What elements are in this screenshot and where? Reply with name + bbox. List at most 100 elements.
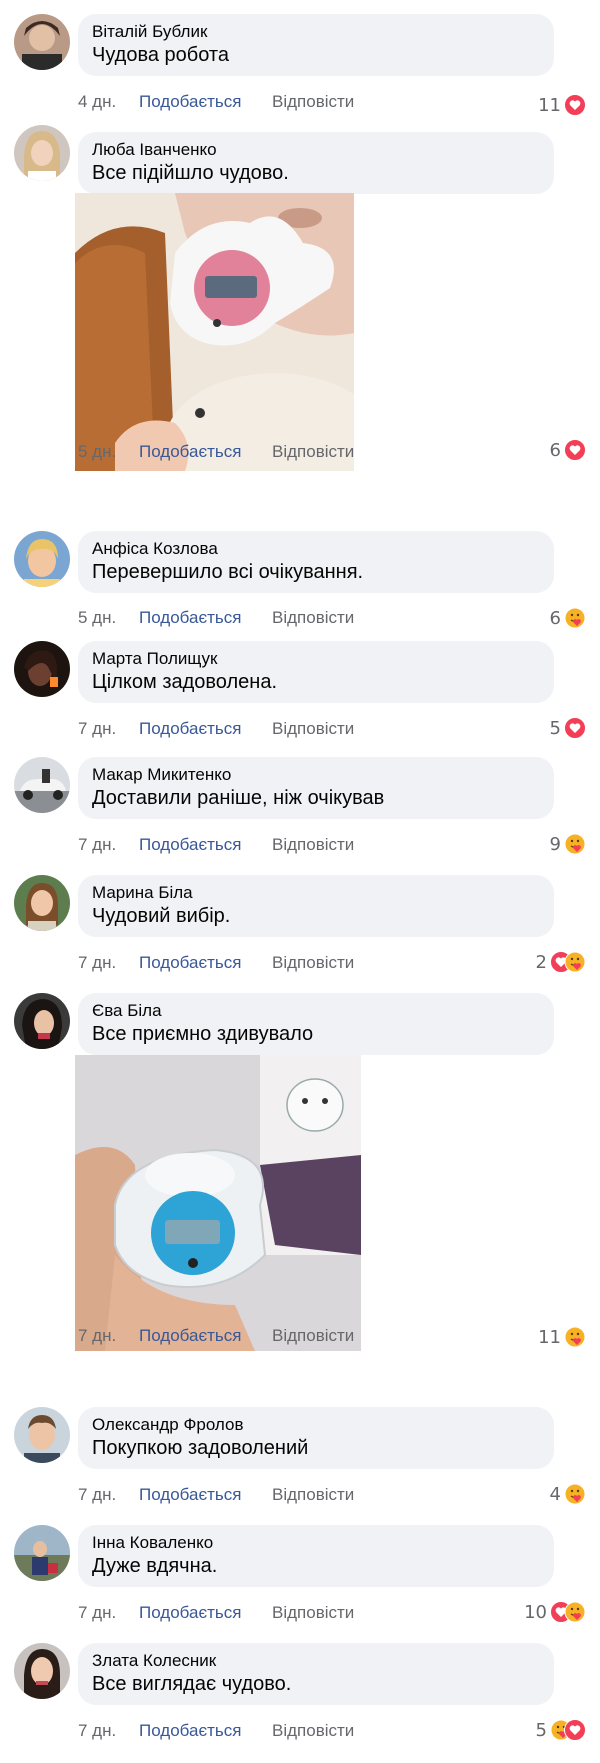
comment-bubble: Віталій Бублик Чудова робота	[78, 14, 554, 76]
timestamp[interactable]: 7 дн.	[78, 1721, 116, 1741]
comment-bubble: Злата Колесник Все виглядає чудово.	[78, 1643, 554, 1705]
avatar[interactable]	[14, 757, 70, 813]
timestamp[interactable]: 7 дн.	[78, 1485, 116, 1505]
comment: Марина Біла Чудовий вибір. 7 дн. Подобає…	[0, 875, 600, 993]
avatar[interactable]	[14, 14, 70, 70]
reply-button[interactable]: Відповісти	[272, 835, 354, 855]
like-button[interactable]: Подобається	[139, 835, 242, 855]
reply-button[interactable]: Відповісти	[272, 1326, 354, 1346]
comment: Злата Колесник Все виглядає чудово. 7 дн…	[0, 1643, 600, 1761]
reaction-count: 11	[538, 1326, 561, 1348]
like-button[interactable]: Подобається	[139, 1721, 242, 1741]
comment-text: Цілком задоволена.	[92, 671, 277, 693]
avatar[interactable]	[14, 1525, 70, 1581]
heart-icon	[564, 717, 586, 739]
care-icon	[564, 1326, 586, 1348]
comment-bubble: Олександр Фролов Покупкою задоволений	[78, 1407, 554, 1469]
author-name[interactable]: Інна Коваленко	[92, 1533, 213, 1553]
reaction-summary[interactable]: 5	[550, 715, 586, 741]
comment-text: Дуже вдячна.	[92, 1555, 218, 1577]
care-icon	[564, 607, 586, 629]
avatar[interactable]	[14, 1407, 70, 1463]
reaction-summary[interactable]: 4	[550, 1481, 586, 1507]
like-button[interactable]: Подобається	[139, 953, 242, 973]
care-icon	[564, 833, 586, 855]
reply-button[interactable]: Відповісти	[272, 442, 354, 462]
like-button[interactable]: Подобається	[139, 442, 242, 462]
reaction-summary[interactable]: 11	[538, 92, 586, 118]
comment-text: Чудовий вибір.	[92, 905, 231, 927]
like-button[interactable]: Подобається	[139, 608, 242, 628]
author-name[interactable]: Злата Колесник	[92, 1651, 216, 1671]
comment: Віталій Бублик Чудова робота 4 дн. Подоб…	[0, 0, 600, 125]
author-name[interactable]: Віталій Бублик	[92, 22, 207, 42]
avatar[interactable]	[14, 531, 70, 587]
timestamp[interactable]: 5 дн.	[78, 608, 116, 628]
comment-photo[interactable]	[75, 193, 354, 471]
timestamp[interactable]: 7 дн.	[78, 1603, 116, 1623]
comment-text: Все приємно здивувало	[92, 1023, 314, 1045]
reply-button[interactable]: Відповісти	[272, 719, 354, 739]
reply-button[interactable]: Відповісти	[272, 1603, 354, 1623]
reaction-summary[interactable]: 6	[550, 605, 586, 631]
reply-button[interactable]: Відповісти	[272, 1485, 354, 1505]
avatar[interactable]	[14, 875, 70, 931]
comment: Анфіса Козлова Перевершило всі очікуванн…	[0, 525, 600, 641]
avatar[interactable]	[14, 993, 70, 1049]
author-name[interactable]: Марта Полищук	[92, 649, 218, 669]
timestamp[interactable]: 4 дн.	[78, 92, 116, 112]
comment: Олександр Фролов Покупкою задоволений 7 …	[0, 1407, 600, 1525]
avatar[interactable]	[14, 125, 70, 181]
author-name[interactable]: Олександр Фролов	[92, 1415, 244, 1435]
comment-photo[interactable]	[75, 1055, 361, 1351]
comment-bubble: Марта Полищук Цілком задоволена.	[78, 641, 554, 703]
like-button[interactable]: Подобається	[139, 719, 242, 739]
reply-button[interactable]: Відповісти	[272, 953, 354, 973]
reaction-count: 2	[535, 951, 547, 973]
reaction-count: 9	[549, 833, 561, 855]
reaction-summary[interactable]: 2	[536, 949, 586, 975]
heart-icon	[564, 439, 586, 461]
reply-button[interactable]: Відповісти	[272, 92, 354, 112]
comment-text: Чудова робота	[92, 44, 229, 66]
like-button[interactable]: Подобається	[139, 1485, 242, 1505]
reaction-count: 5	[535, 1719, 547, 1741]
reaction-summary[interactable]: 10	[524, 1599, 586, 1625]
comment-text: Покупкою задоволений	[92, 1437, 309, 1459]
author-name[interactable]: Марина Біла	[92, 883, 193, 903]
timestamp[interactable]: 7 дн.	[78, 953, 116, 973]
timestamp[interactable]: 7 дн.	[78, 719, 116, 739]
reaction-count: 5	[549, 717, 561, 739]
comment-bubble: Анфіса Козлова Перевершило всі очікуванн…	[78, 531, 554, 593]
comment: Інна Коваленко Дуже вдячна. 7 дн. Подоба…	[0, 1525, 600, 1643]
reply-button[interactable]: Відповісти	[272, 1721, 354, 1741]
comment: Марта Полищук Цілком задоволена. 7 дн. П…	[0, 641, 600, 757]
heart-icon	[564, 94, 586, 116]
reply-button[interactable]: Відповісти	[272, 608, 354, 628]
timestamp[interactable]: 7 дн.	[78, 1326, 116, 1346]
comment-bubble: Люба Іванченко Все підійшло чудово.	[78, 132, 554, 194]
like-button[interactable]: Подобається	[139, 1603, 242, 1623]
care-icon	[564, 1483, 586, 1505]
reaction-summary[interactable]: 6	[550, 437, 586, 463]
like-button[interactable]: Подобається	[139, 1326, 242, 1346]
reaction-summary[interactable]: 11	[538, 1324, 586, 1350]
care-icon	[564, 951, 586, 973]
timestamp[interactable]: 7 дн.	[78, 835, 116, 855]
avatar[interactable]	[14, 641, 70, 697]
author-name[interactable]: Макар Микитенко	[92, 765, 231, 785]
timestamp[interactable]: 5 дн.	[78, 442, 116, 462]
reaction-summary[interactable]: 9	[550, 831, 586, 857]
reaction-count: 10	[524, 1601, 547, 1623]
comment-bubble: Єва Біла Все приємно здивувало	[78, 993, 554, 1055]
like-button[interactable]: Подобається	[139, 92, 242, 112]
heart-icon	[564, 1719, 586, 1741]
comment-bubble: Марина Біла Чудовий вибір.	[78, 875, 554, 937]
author-name[interactable]: Анфіса Козлова	[92, 539, 218, 559]
reaction-summary[interactable]: 5	[536, 1717, 586, 1743]
comment-bubble: Інна Коваленко Дуже вдячна.	[78, 1525, 554, 1587]
avatar[interactable]	[14, 1643, 70, 1699]
care-icon	[564, 1601, 586, 1623]
author-name[interactable]: Єва Біла	[92, 1001, 162, 1021]
author-name[interactable]: Люба Іванченко	[92, 140, 217, 160]
